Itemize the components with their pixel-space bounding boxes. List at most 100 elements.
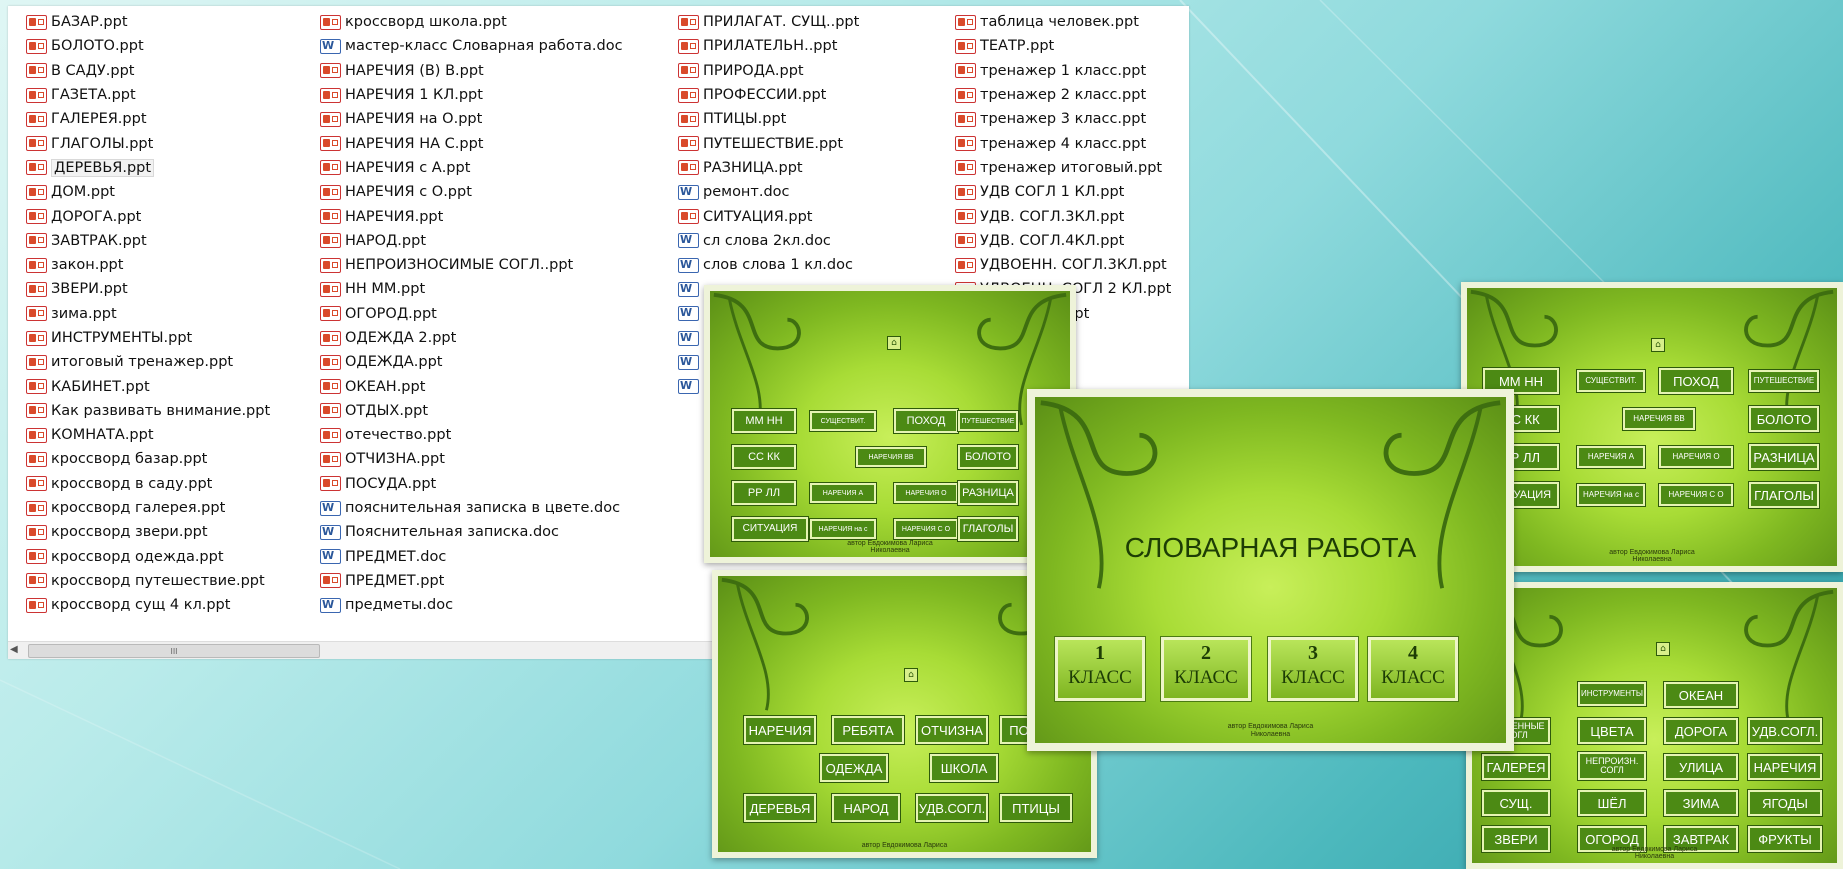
slide-link-button[interactable]: ММ НН <box>732 409 796 433</box>
home-icon[interactable]: ⌂ <box>904 668 918 682</box>
slide-link-button[interactable]: ОДЕЖДА <box>820 754 888 782</box>
file-item[interactable]: предметы.doc <box>320 593 623 617</box>
slide-link-button[interactable]: ШЁЛ <box>1578 790 1646 816</box>
scroll-left-arrow-icon[interactable]: ◀ <box>10 644 18 655</box>
file-item[interactable]: ДЕРЕВЬЯ.ppt <box>26 156 270 180</box>
file-item[interactable]: КАБИНЕТ.ppt <box>26 374 270 398</box>
file-item[interactable]: ОТДЫХ.ppt <box>320 399 623 423</box>
file-item[interactable]: ЗАВТРАК.ppt <box>26 229 270 253</box>
slide-link-button[interactable]: ОТЧИЗНА <box>916 716 988 744</box>
file-item[interactable]: ОДЕЖДА.ppt <box>320 350 623 374</box>
slide-link-button[interactable]: РР ЛЛ <box>732 481 796 505</box>
class-1-button[interactable]: 1 КЛАСС <box>1055 637 1145 701</box>
slide-link-button[interactable]: НАРЕЧИЯ <box>744 716 816 744</box>
file-item[interactable]: сл слова 2кл.doc <box>678 229 859 253</box>
file-item[interactable]: ПРОФЕССИИ.ppt <box>678 83 859 107</box>
slide-thumbnail-a[interactable]: ⌂ ММ НН СУЩЕСТВИТ. ПОХОД ПУТЕШЕСТВИЕ СС КК НА… <box>704 285 1076 563</box>
slide-link-button[interactable]: ПУТЕШЕСТВИЕ <box>958 411 1018 431</box>
file-item[interactable]: таблица человек.ppt <box>955 10 1171 34</box>
file-item[interactable]: кроссворд базар.ppt <box>26 447 270 471</box>
file-item[interactable]: ИНСТРУМЕНТЫ.ppt <box>26 326 270 350</box>
file-item[interactable]: ремонт.doc <box>678 180 859 204</box>
file-item[interactable]: ГАЗЕТА.ppt <box>26 83 270 107</box>
file-item[interactable]: ОДЕЖДА 2.ppt <box>320 326 623 350</box>
slide-link-button[interactable]: НАРЕЧИЯ О <box>1659 446 1733 468</box>
file-item[interactable]: БОЛОТО.ppt <box>26 34 270 58</box>
slide-link-button[interactable]: СС КК <box>732 445 796 469</box>
class-4-button[interactable]: 4 КЛАСС <box>1368 637 1458 701</box>
file-item[interactable]: ПУТЕШЕСТВИЕ.ppt <box>678 131 859 155</box>
slide-link-button[interactable]: СИТУАЦИЯ <box>732 517 808 541</box>
scrollbar-thumb[interactable]: III <box>28 644 320 658</box>
file-item[interactable]: закон.ppt <box>26 253 270 277</box>
file-item[interactable]: ПТИЦЫ.ppt <box>678 107 859 131</box>
file-item[interactable]: слов слова 1 кл.doc <box>678 253 859 277</box>
slide-link-button[interactable]: НАРЕЧИЯ С О <box>1659 484 1733 506</box>
title-slide[interactable]: СЛОВАРНАЯ РАБОТА 1 КЛАСС 2 КЛАСС 3 КЛАСС 4 КЛАС… <box>1027 389 1514 751</box>
slide-link-button[interactable]: РАЗНИЦА <box>1749 444 1819 470</box>
slide-link-button[interactable]: БОЛОТО <box>958 445 1018 469</box>
file-item[interactable]: Пояснительная записка.doc <box>320 520 623 544</box>
file-item[interactable]: НАРЕЧИЯ (В) В.ppt <box>320 59 623 83</box>
file-item[interactable]: кроссворд путешествие.ppt <box>26 569 270 593</box>
file-item[interactable]: НН ММ.ppt <box>320 277 623 301</box>
file-item[interactable]: ПРЕДМЕТ.ppt <box>320 569 623 593</box>
slide-link-button[interactable]: НАРЕЧИЯ А <box>810 483 876 503</box>
file-item[interactable]: отечество.ppt <box>320 423 623 447</box>
file-item[interactable]: кроссворд одежда.ppt <box>26 545 270 569</box>
slide-link-button[interactable]: ИНСТРУМЕНТЫ <box>1578 682 1646 706</box>
slide-link-button[interactable]: ПУТЕШЕСТВИЕ <box>1749 370 1819 392</box>
slide-link-button[interactable]: ГЛАГОЛЫ <box>958 517 1018 541</box>
file-item[interactable]: ОКЕАН.ppt <box>320 374 623 398</box>
slide-link-button[interactable]: ОКЕАН <box>1664 682 1738 708</box>
file-item[interactable]: УДВОЕНН. СОГЛ.3КЛ.ppt <box>955 253 1171 277</box>
class-2-button[interactable]: 2 КЛАСС <box>1161 637 1251 701</box>
slide-link-button[interactable]: НЕПРОИЗН. СОГЛ <box>1578 752 1646 780</box>
file-item[interactable]: тренажер 2 класс.ppt <box>955 83 1171 107</box>
file-item[interactable]: пояснительная записка в цвете.doc <box>320 496 623 520</box>
slide-thumbnail-c[interactable]: ⌂ ММ НН СУЩЕСТВИТ. ПОХОД ПУТЕШЕСТВИЕ СС КК НА… <box>1461 282 1843 572</box>
file-item[interactable]: НАРЕЧИЯ на О.ppt <box>320 107 623 131</box>
file-item[interactable]: ОТЧИЗНА.ppt <box>320 447 623 471</box>
slide-link-button[interactable]: НАРЕЧИЯ <box>1748 754 1822 780</box>
slide-link-button[interactable]: ГЛАГОЛЫ <box>1749 482 1819 508</box>
file-item[interactable]: БАЗАР.ppt <box>26 10 270 34</box>
slide-link-button[interactable]: РАЗНИЦА <box>958 481 1018 505</box>
file-item[interactable]: Как развивать внимание.ppt <box>26 399 270 423</box>
file-item[interactable]: УДВ. СОГЛ.4КЛ.ppt <box>955 229 1171 253</box>
file-item[interactable]: мастер-класс Словарная работа.doc <box>320 34 623 58</box>
slide-link-button[interactable]: СУЩЕСТВИТ. <box>810 411 876 431</box>
file-item[interactable]: кроссворд галерея.ppt <box>26 496 270 520</box>
slide-link-button[interactable]: ПТИЦЫ <box>1000 794 1072 822</box>
slide-link-button[interactable]: ЗИМА <box>1664 790 1738 816</box>
file-item[interactable]: КОМНАТА.ppt <box>26 423 270 447</box>
slide-link-button[interactable]: БОЛОТО <box>1749 406 1819 432</box>
file-item[interactable]: ГЛАГОЛЫ.ppt <box>26 131 270 155</box>
slide-link-button[interactable]: ГАЛЕРЕЯ <box>1482 754 1550 780</box>
slide-link-button[interactable]: УДВ.СОГЛ. <box>1748 718 1822 744</box>
file-item[interactable]: кроссворд звери.ppt <box>26 520 270 544</box>
file-item[interactable]: кроссворд школа.ppt <box>320 10 623 34</box>
file-item[interactable]: ПРЕДМЕТ.doc <box>320 545 623 569</box>
file-item[interactable]: РАЗНИЦА.ppt <box>678 156 859 180</box>
file-item[interactable]: НАРЕЧИЯ НА С.ppt <box>320 131 623 155</box>
file-item[interactable]: СИТУАЦИЯ.ppt <box>678 204 859 228</box>
file-item[interactable]: ПОСУДА.ppt <box>320 472 623 496</box>
slide-link-button[interactable]: НАРЕЧИЯ О <box>894 483 958 503</box>
file-item[interactable]: тренажер 1 класс.ppt <box>955 59 1171 83</box>
file-item[interactable]: ДОРОГА.ppt <box>26 204 270 228</box>
slide-link-button[interactable]: ДЕРЕВЬЯ <box>744 794 816 822</box>
file-item[interactable]: НЕПРОИЗНОСИМЫЕ СОГЛ..ppt <box>320 253 623 277</box>
slide-link-button[interactable]: НАРЕЧИЯ ВВ <box>1623 408 1695 430</box>
home-icon[interactable]: ⌂ <box>1651 338 1665 352</box>
file-item[interactable]: НАРОД.ppt <box>320 229 623 253</box>
slide-thumbnail-d[interactable]: ⌂ ИНСТРУМЕНТЫ ОКЕАН УДВОЕННЫЕ СОГЛ ЦВЕТА ДОР… <box>1466 582 1843 869</box>
file-item[interactable]: зима.ppt <box>26 302 270 326</box>
file-item[interactable]: ГАЛЕРЕЯ.ppt <box>26 107 270 131</box>
slide-link-button[interactable]: ДОРОГА <box>1664 718 1738 744</box>
file-item[interactable]: НАРЕЧИЯ.ppt <box>320 204 623 228</box>
slide-link-button[interactable]: НАРЕЧИЯ ВВ <box>856 447 926 467</box>
file-item[interactable]: кроссворд в саду.ppt <box>26 472 270 496</box>
slide-link-button[interactable]: НАРЕЧИЯ А <box>1577 446 1645 468</box>
file-item[interactable]: ПРИЛАГАТ. СУЩ..ppt <box>678 10 859 34</box>
